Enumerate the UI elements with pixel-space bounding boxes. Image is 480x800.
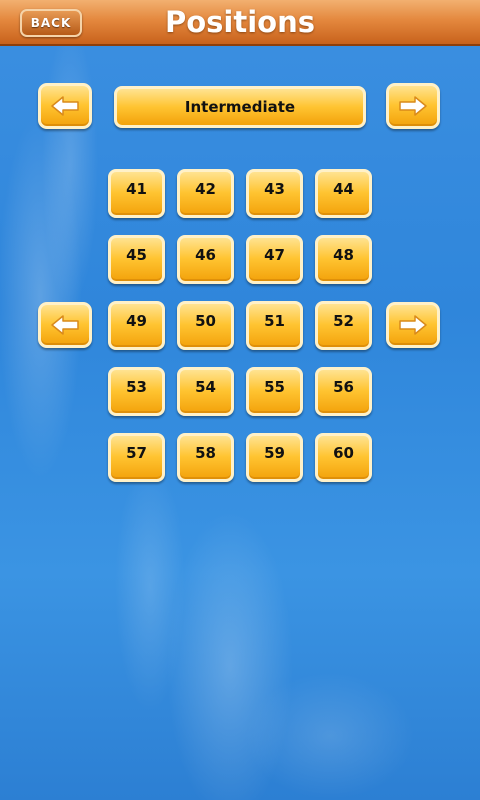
position-button[interactable]: 46: [177, 235, 234, 284]
position-button[interactable]: 50: [177, 301, 234, 350]
position-button[interactable]: 44: [315, 169, 372, 218]
position-button[interactable]: 57: [108, 433, 165, 482]
position-button[interactable]: 52: [315, 301, 372, 350]
position-button[interactable]: 45: [108, 235, 165, 284]
position-button[interactable]: 56: [315, 367, 372, 416]
arrow-right-icon: [399, 96, 427, 116]
next-level-button[interactable]: [386, 83, 440, 129]
position-button[interactable]: 47: [246, 235, 303, 284]
header-bar: Positions BACK: [0, 0, 480, 46]
position-button[interactable]: 54: [177, 367, 234, 416]
position-button[interactable]: 43: [246, 169, 303, 218]
position-button[interactable]: 53: [108, 367, 165, 416]
position-button[interactable]: 59: [246, 433, 303, 482]
arrow-left-icon: [51, 96, 79, 116]
next-page-button[interactable]: [386, 302, 440, 348]
prev-page-button[interactable]: [38, 302, 92, 348]
prev-level-button[interactable]: [38, 83, 92, 129]
position-button[interactable]: 48: [315, 235, 372, 284]
level-name: Intermediate: [114, 86, 366, 128]
position-button[interactable]: 51: [246, 301, 303, 350]
position-button[interactable]: 60: [315, 433, 372, 482]
arrow-left-icon: [51, 315, 79, 335]
arrow-right-icon: [399, 315, 427, 335]
back-button[interactable]: BACK: [20, 9, 82, 37]
position-button[interactable]: 55: [246, 367, 303, 416]
position-button[interactable]: 41: [108, 169, 165, 218]
position-button[interactable]: 49: [108, 301, 165, 350]
position-button[interactable]: 58: [177, 433, 234, 482]
sky-background: [0, 46, 480, 800]
position-button[interactable]: 42: [177, 169, 234, 218]
